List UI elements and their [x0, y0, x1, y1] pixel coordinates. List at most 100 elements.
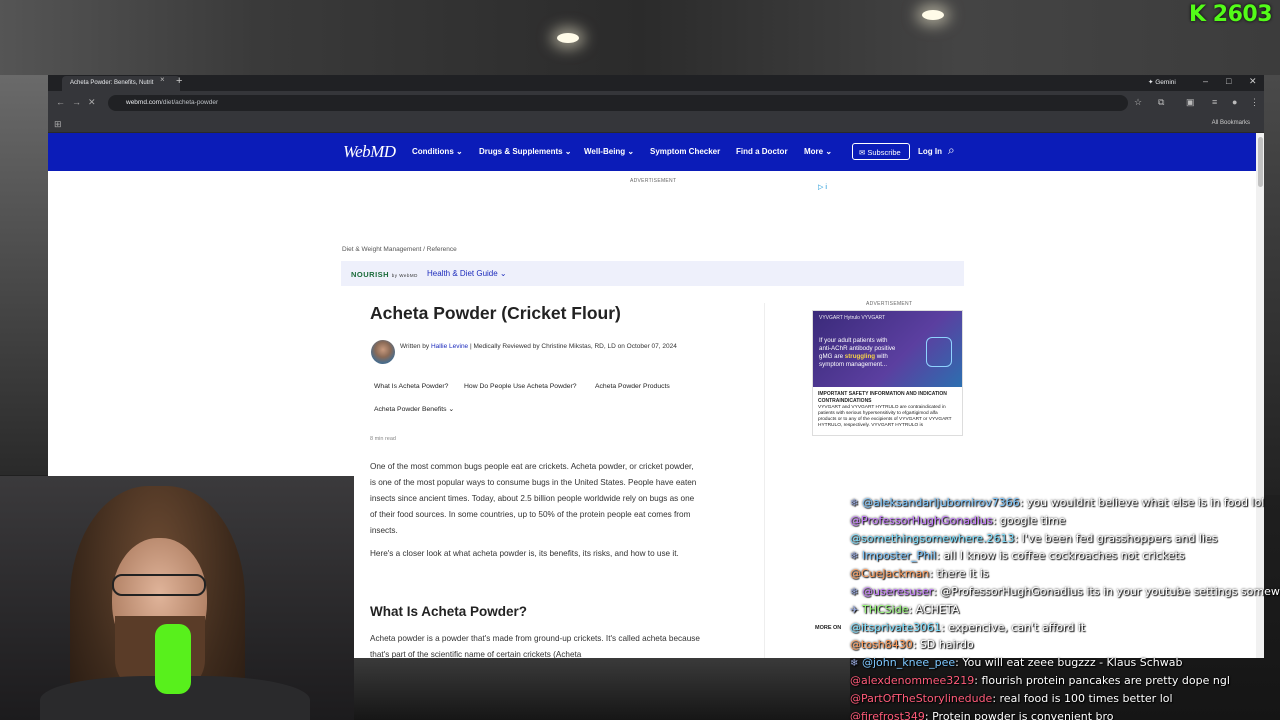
article-title: Acheta Powder (Cricket Flour) [370, 303, 621, 323]
search-icon[interactable]: ⌕ [948, 143, 955, 158]
profile-icon[interactable]: ● [1232, 97, 1237, 107]
chat-message: @ProfessorHughGonadius: google time [848, 514, 1280, 532]
webmd-logo[interactable]: WebMD [343, 142, 396, 162]
chat-message: @CueJackman: there it is [848, 567, 1280, 585]
chat-username: @somethingsomewhere.2613 [850, 531, 1015, 545]
chat-message: ❄ @aleksandarljubomirov7366: you wouldnt … [848, 496, 1280, 514]
site-header: WebMD Conditions ⌄ Drugs & Supplements ⌄… [48, 133, 1264, 171]
chat-username: Imposter_Phil [862, 549, 937, 563]
chat-username: THCSide [862, 602, 909, 616]
chat-overlay: ❄ @aleksandarljubomirov7366: you wouldnt … [848, 496, 1280, 720]
bookmarks-bar: ⊞ All Bookmarks [48, 115, 1264, 133]
chat-username: @itsprivate3061 [850, 620, 941, 634]
chat-message: ❄ @useresuser: @ProfessorHughGonadius its… [848, 585, 1280, 603]
breadcrumb[interactable]: Diet & Weight Management / Reference [342, 246, 457, 253]
ad-label: ADVERTISEMENT [630, 178, 677, 184]
apps-grid-icon[interactable]: ⊞ [54, 119, 62, 130]
address-bar[interactable]: webmd.com/diet/acheta-powder [108, 95, 1128, 111]
toc-what-is[interactable]: What Is Acheta Powder? [374, 383, 448, 390]
chat-username: @john_knee_pee [862, 656, 956, 670]
chat-message: @alexdenommee3219: flourish protein panc… [848, 674, 1280, 692]
background-wall-left [0, 75, 48, 475]
url-path: /diet/acheta-powder [161, 99, 219, 106]
glasses [112, 574, 206, 596]
chat-text: : Protein powder is convenient bro [924, 709, 1114, 720]
menu-icon[interactable]: ⋮ [1250, 97, 1259, 108]
chat-username: @ProfessorHughGonadius [850, 513, 993, 527]
chat-badge-icon: ❄ [850, 586, 859, 598]
kick-count-badge: K 2603 [1189, 2, 1272, 27]
ceiling-light [922, 10, 944, 20]
chat-text: : real food is 100 times better lol [992, 691, 1173, 705]
forward-icon[interactable]: → [72, 97, 81, 107]
bookmark-star-icon[interactable]: ☆ [1134, 97, 1142, 108]
chat-username: @PartOfTheStorylinedude [850, 691, 993, 705]
toc-benefits[interactable]: Acheta Powder Benefits ⌄ [374, 405, 454, 413]
nav-drugs-supplements[interactable]: Drugs & Supplements ⌄ [479, 147, 572, 156]
guide-dropdown[interactable]: Health & Diet Guide ⌄ [427, 269, 507, 278]
chat-username: @tosh8430 [850, 638, 913, 652]
window-close-icon[interactable]: ✕ [1249, 76, 1257, 87]
nav-more[interactable]: More ⌄ [804, 147, 832, 156]
kick-count: 2603 [1212, 2, 1273, 27]
all-bookmarks[interactable]: All Bookmarks [1212, 120, 1250, 126]
nav-conditions[interactable]: Conditions ⌄ [412, 147, 463, 156]
tab-bar: Acheta Powder: Benefits, Nutrit × + ✦ Ge… [48, 75, 1264, 91]
chat-message: @tosh8430: SD hairdo [848, 638, 1280, 656]
toc-products[interactable]: Acheta Powder Products [595, 383, 670, 390]
article-paragraph: Acheta powder is a powder that's made fr… [370, 634, 700, 658]
ad-info-icon[interactable]: ▷ i [818, 183, 827, 191]
maximize-icon[interactable]: □ [1226, 76, 1231, 86]
extensions-icon[interactable]: ⧉ [1158, 97, 1164, 108]
chat-message: @PartOfTheStorylinedude: real food is 10… [848, 692, 1280, 710]
back-icon[interactable]: ← [56, 97, 65, 107]
ad-message: If your adult patients with anti-AChR an… [819, 337, 896, 368]
new-tab-button[interactable]: + [176, 75, 182, 87]
chat-badge-icon: ❄ [850, 551, 859, 563]
chat-badge-icon: ❄ [850, 498, 859, 509]
gemini-button[interactable]: ✦ Gemini [1148, 78, 1176, 86]
toc-how-use[interactable]: How Do People Use Acheta Powder? [464, 383, 577, 390]
chat-username: @aleksandarljubomirov7366 [862, 496, 1020, 509]
read-time: 8 min read [370, 436, 396, 442]
minimize-icon[interactable]: – [1203, 76, 1208, 86]
people-icon [926, 337, 952, 367]
article-paragraph: Here's a closer look at what acheta powd… [370, 549, 679, 558]
ceiling-light [557, 33, 579, 43]
media-icon[interactable]: ≡ [1212, 97, 1217, 107]
login-link[interactable]: Log In [918, 147, 942, 156]
close-tab-icon[interactable]: × [160, 75, 165, 84]
ad-brands: VYVGART Hytrulo VYVGART [819, 315, 886, 321]
reload-icon[interactable]: ✕ [88, 97, 96, 108]
chat-text: : google time [992, 513, 1066, 527]
health-diet-guide-bar[interactable]: NOURISH by WebMD Health & Diet Guide ⌄ [341, 261, 964, 286]
sidepanel-icon[interactable]: ▣ [1186, 97, 1195, 108]
chat-badge-icon: ✈ [850, 604, 859, 616]
subscribe-button[interactable]: ✉ Subscribe [852, 143, 910, 160]
chat-text: : there it is [929, 567, 989, 581]
nav-well-being[interactable]: Well-Being ⌄ [584, 147, 634, 156]
more-on-label: MORE ON [815, 625, 842, 631]
chat-message: ❄ Imposter_Phil: all I know is coffee coc… [848, 549, 1280, 567]
author-link[interactable]: Hallie Levine [431, 343, 468, 350]
chat-message: @itsprivate3061: expencive, can't afford… [848, 621, 1280, 639]
article-paragraph: One of the most common bugs people eat a… [370, 462, 697, 535]
chat-badge-icon: ❄ [850, 658, 859, 670]
nav-symptom-checker[interactable]: Symptom Checker [650, 147, 720, 156]
chat-text: : @ProfessorHughGonadius its in your you… [933, 584, 1280, 598]
side-ad-label: ADVERTISEMENT [866, 301, 913, 307]
chat-text: : SD hairdo [912, 638, 974, 652]
nourish-logo: NOURISH by WebMD [351, 270, 418, 279]
nav-find-a-doctor[interactable]: Find a Doctor [736, 147, 788, 156]
browser-toolbar: ← → ✕ webmd.com/diet/acheta-powder ☆ ⧉ ▣… [48, 91, 1264, 115]
sidebar-advertisement[interactable]: VYVGART Hytrulo VYVGART If your adult pa… [812, 310, 963, 436]
chat-text: : ACHETA [908, 602, 960, 616]
background-shelf [0, 0, 1280, 75]
chat-text: : you wouldnt believe what else is in fo… [1019, 496, 1265, 509]
chat-message: @firefrost349: Protein powder is conveni… [848, 710, 1280, 720]
tab-title: Acheta Powder: Benefits, Nutrit [70, 80, 154, 86]
microphone [155, 624, 191, 694]
url-host: webmd.com [126, 99, 162, 106]
ad-safety-title: IMPORTANT SAFETY INFORMATION AND INDICAT… [818, 391, 947, 404]
chat-username: @CueJackman [850, 567, 930, 581]
